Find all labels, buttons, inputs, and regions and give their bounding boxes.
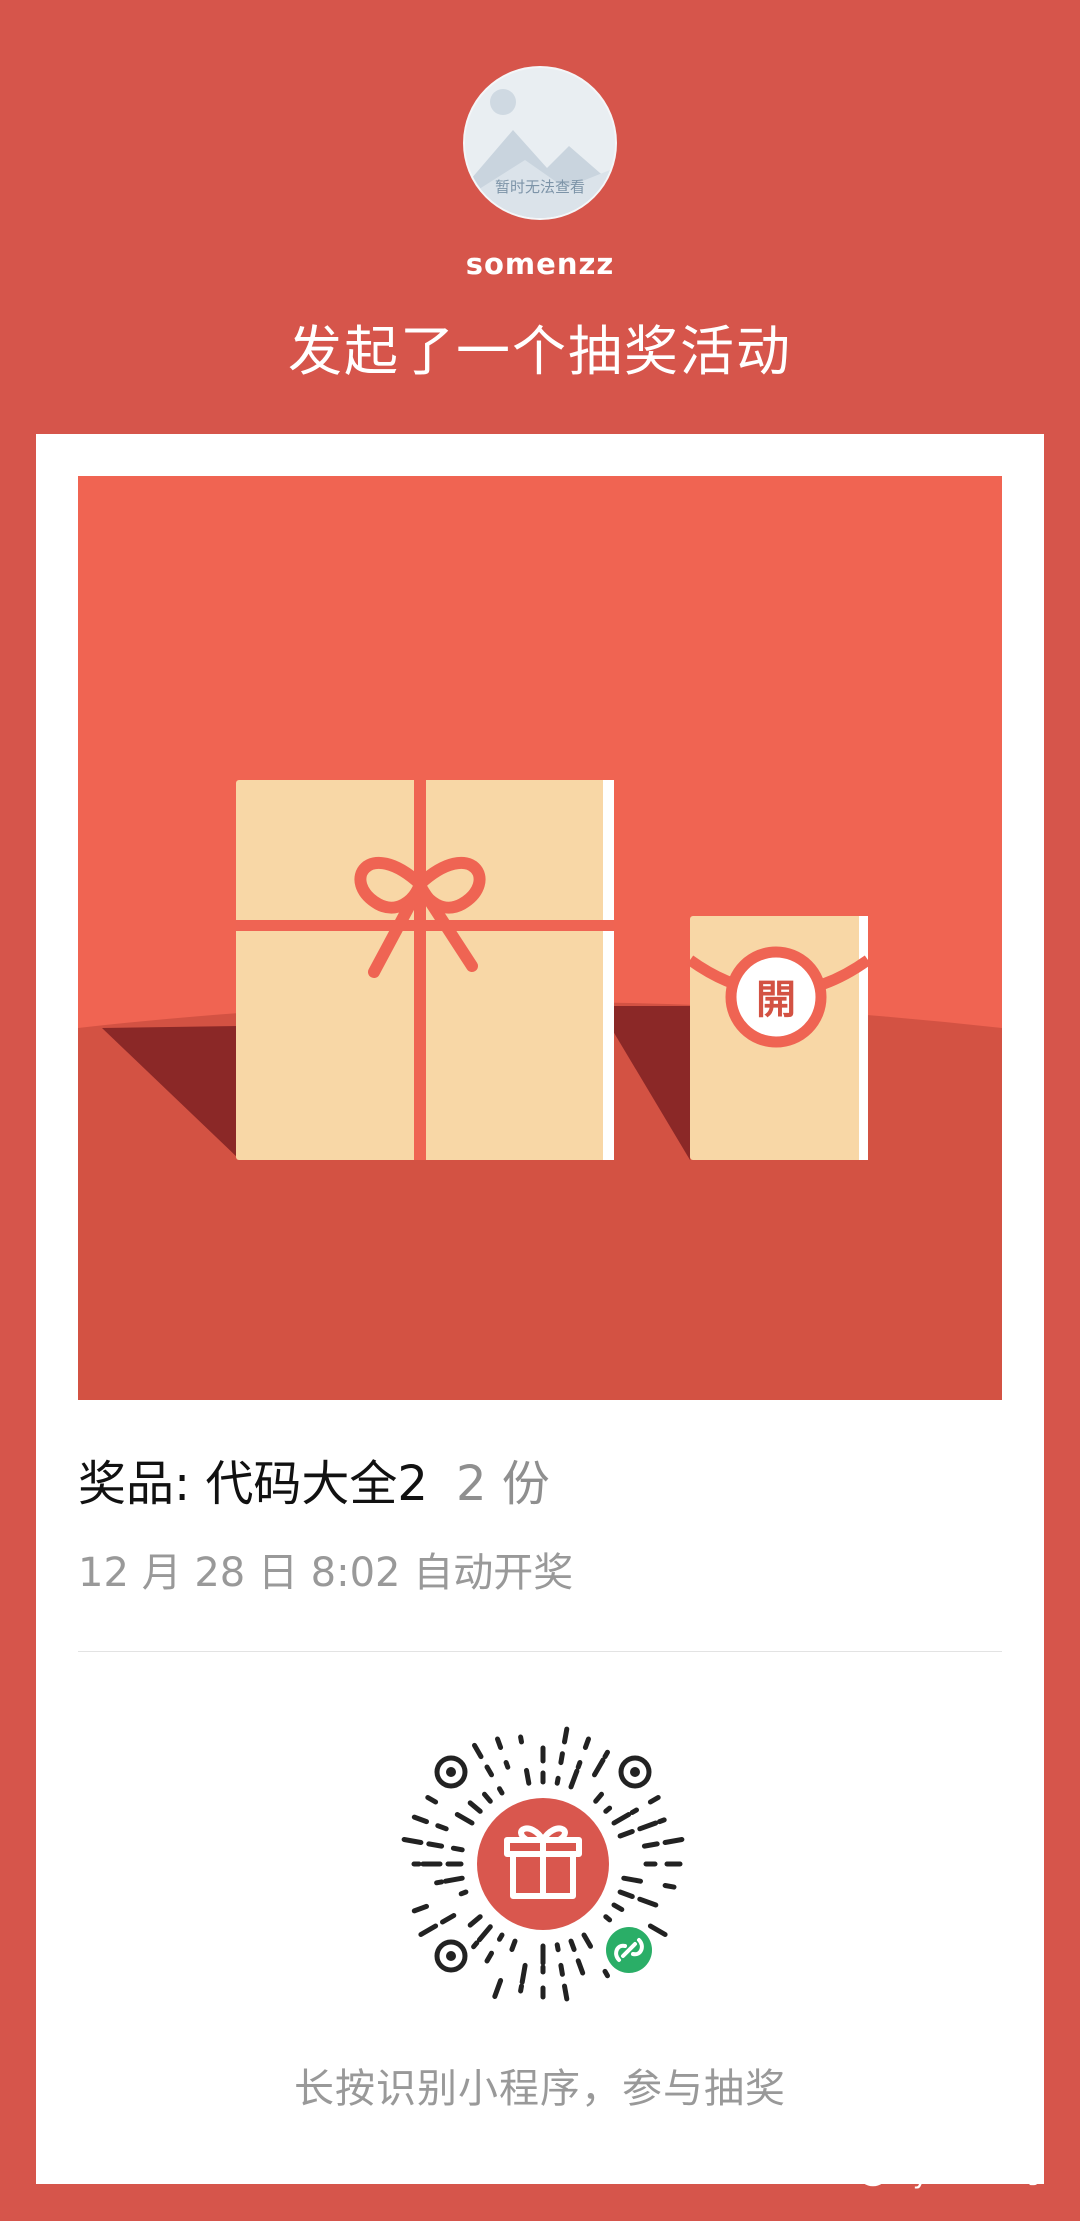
code-ray	[593, 1791, 604, 1804]
code-ray	[518, 1734, 524, 1745]
envelope-char: 開	[756, 977, 796, 1023]
code-ray	[558, 1962, 565, 1977]
watermark: Python七号	[842, 2152, 1044, 2191]
code-ray	[575, 1958, 586, 1976]
miniprogram-badge-icon	[602, 1923, 656, 1977]
code-ray	[509, 1938, 518, 1952]
code-ray	[621, 1875, 643, 1884]
code-ray	[641, 1841, 660, 1849]
code-ray	[592, 1757, 606, 1778]
code-ray	[411, 1903, 429, 1914]
code-ray	[558, 1751, 565, 1766]
watermark-text: Python七号	[896, 2159, 1044, 2190]
code-ray	[637, 1896, 659, 1908]
gift-box	[236, 780, 614, 1160]
code-ray	[562, 1983, 570, 2002]
code-ray	[482, 1791, 493, 1804]
code-ray	[629, 1807, 639, 1815]
code-ray	[603, 1805, 613, 1814]
code-ray	[662, 1837, 685, 1845]
code-ray	[458, 1889, 469, 1897]
code-ray	[443, 1875, 465, 1884]
code-ray	[467, 1914, 483, 1928]
red-envelope: 開	[686, 916, 872, 1160]
code-ray	[575, 1760, 583, 1770]
code-ray	[637, 1820, 659, 1832]
code-ray	[562, 1726, 570, 1745]
code-ray	[524, 1767, 532, 1786]
code-ray	[495, 1736, 504, 1750]
prize-line: 奖品: 代码大全2 2 份	[78, 1444, 550, 1514]
wechat-icon	[843, 2157, 887, 2186]
code-ray	[647, 1795, 661, 1805]
code-ray	[434, 1879, 445, 1886]
prize-count: 2 份	[455, 1456, 550, 1512]
code-ray	[581, 1932, 593, 1949]
code-ray	[617, 1889, 635, 1899]
code-ray	[418, 1923, 439, 1937]
miniprogram-code[interactable]	[393, 1714, 693, 2014]
divider	[78, 1651, 1002, 1652]
code-ray	[554, 1942, 561, 1953]
code-ray	[476, 1924, 493, 1943]
code-ray	[401, 1837, 424, 1845]
code-ray	[484, 1950, 494, 1964]
code-ray	[662, 1883, 677, 1890]
code-ray	[411, 1814, 429, 1825]
code-ray	[603, 1914, 613, 1923]
code-ray	[497, 1932, 505, 1942]
code-ray	[425, 1795, 439, 1805]
code-ray	[492, 1978, 504, 1999]
code-ray	[450, 1845, 465, 1853]
code-ray	[435, 1823, 449, 1832]
draw-time: 12 月 28 日 8:02 自动开奖	[78, 1550, 574, 1596]
prize-banner: 開	[78, 476, 1002, 1400]
code-ray	[611, 1902, 625, 1912]
code-ray	[582, 1736, 591, 1750]
code-ray	[440, 1913, 457, 1925]
code-ray	[503, 1760, 511, 1770]
code-ray	[617, 1829, 635, 1839]
headline: 发起了一个抽奖活动	[288, 320, 792, 383]
code-ray	[602, 1749, 610, 1760]
avatar-placeholder-text: 暂时无法查看	[494, 178, 585, 196]
code-ray	[602, 1968, 610, 1979]
lottery-card: 開 奖品: 代码大全2 2 份 12 月 28 日 8:02 自动开奖 长按识别…	[36, 434, 1044, 2184]
code-ray	[497, 1786, 505, 1796]
username: somenzz	[465, 247, 615, 281]
code-ray	[568, 1768, 580, 1790]
code-ray	[554, 1775, 561, 1786]
code-ray	[518, 1983, 524, 1994]
prize-label: 奖品: 代码大全2	[78, 1456, 428, 1512]
code-ray	[484, 1764, 494, 1778]
code-ray	[454, 1812, 475, 1826]
code-ray	[519, 1962, 528, 1985]
code-ray	[471, 1940, 480, 1950]
code-ray	[467, 1800, 483, 1814]
code-ray	[657, 1817, 667, 1825]
code-ray	[472, 1742, 484, 1760]
code-ray	[426, 1841, 445, 1849]
code-ray	[611, 1812, 632, 1826]
qr-hint: 长按识别小程序，参与抽奖	[294, 2066, 786, 2112]
code-ray	[647, 1923, 668, 1937]
code-ray	[568, 1938, 577, 1952]
avatar[interactable]: 暂时无法查看	[463, 66, 617, 220]
